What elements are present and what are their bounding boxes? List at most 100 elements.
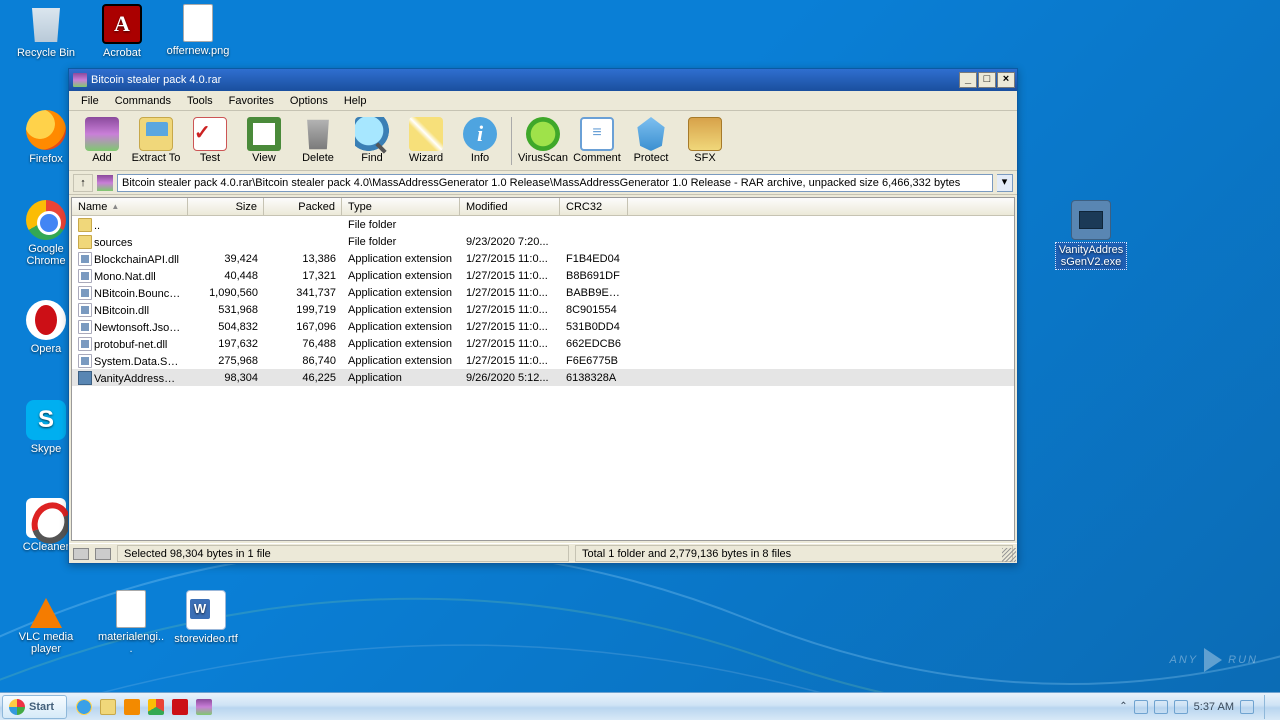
column-header-modified[interactable]: Modified [460, 198, 560, 215]
file-row[interactable]: VanityAddressGe...98,30446,225Applicatio… [72, 369, 1014, 386]
column-header-size[interactable]: Size [188, 198, 264, 215]
column-header-packed[interactable]: Packed [264, 198, 342, 215]
toolbar-virus-button[interactable]: VirusScan [516, 113, 570, 169]
toolbar-label: Wizard [409, 152, 443, 164]
toolbar-info-button[interactable]: Info [453, 113, 507, 169]
desktop-icon-offernew[interactable]: offernew.png [162, 4, 234, 58]
comment-icon [580, 117, 614, 151]
extract-icon [139, 117, 173, 151]
toolbar-wizard-button[interactable]: Wizard [399, 113, 453, 169]
file-type-icon [78, 218, 92, 232]
file-row[interactable]: BlockchainAPI.dll39,42413,386Application… [72, 250, 1014, 267]
tray-clock[interactable]: 5:37 AM [1194, 701, 1234, 713]
titlebar[interactable]: Bitcoin stealer pack 4.0.rar _ □ × [69, 69, 1017, 91]
desktop-icon-storevid[interactable]: storevideo.rtf [170, 590, 242, 646]
desktop-icon-matengr[interactable]: materialengi... [95, 590, 167, 656]
toolbar-view-button[interactable]: View [237, 113, 291, 169]
toolbar-extract-button[interactable]: Extract To [129, 113, 183, 169]
toolbar-label: Protect [634, 152, 669, 164]
desktop-icon-acrobat[interactable]: Acrobat [86, 4, 158, 60]
vlc-icon [30, 598, 62, 628]
toolbar-label: Info [471, 152, 489, 164]
file-type-icon [78, 337, 92, 351]
menu-favorites[interactable]: Favorites [221, 93, 282, 109]
desktop-icon-recycle[interactable]: Recycle Bin [10, 4, 82, 60]
up-button[interactable]: ↑ [73, 174, 93, 192]
file-row[interactable]: ..File folder [72, 216, 1014, 233]
status-right: Total 1 folder and 2,779,136 bytes in 8 … [575, 545, 1013, 562]
start-button[interactable]: Start [2, 695, 67, 719]
file-row[interactable]: System.Data.SQ...275,96886,740Applicatio… [72, 352, 1014, 369]
desktop-icon-label: offernew.png [162, 44, 234, 58]
toolbar-label: Delete [302, 152, 334, 164]
file-row[interactable]: protobuf-net.dll197,63276,488Application… [72, 335, 1014, 352]
toolbar-test-button[interactable]: Test [183, 113, 237, 169]
toolbar-find-button[interactable]: Find [345, 113, 399, 169]
path-field[interactable]: Bitcoin stealer pack 4.0.rar\Bitcoin ste… [117, 174, 993, 192]
menu-tools[interactable]: Tools [179, 93, 221, 109]
file-row[interactable]: Mono.Nat.dll40,44817,321Application exte… [72, 267, 1014, 284]
file-type-icon [78, 320, 92, 334]
address-bar: ↑ Bitcoin stealer pack 4.0.rar\Bitcoin s… [69, 171, 1017, 195]
desktop-icon-vlc[interactable]: VLC media player [10, 590, 82, 656]
tray-flag-icon[interactable] [1174, 700, 1188, 714]
system-tray: ⌃ 5:37 AM [1113, 695, 1280, 719]
ql-chrome[interactable] [145, 696, 167, 718]
file-row[interactable]: NBitcoin.dll531,968199,719Application ex… [72, 301, 1014, 318]
windows-orb-icon [9, 699, 25, 715]
file-type-icon [78, 269, 92, 283]
desktop-icon-label: Acrobat [86, 46, 158, 60]
ql-winrar[interactable] [193, 696, 215, 718]
list-header: Name▲SizePackedTypeModifiedCRC32 [72, 198, 1014, 216]
mediaplayer-icon [124, 699, 140, 715]
resize-grip[interactable] [1002, 548, 1016, 562]
toolbar-add-button[interactable]: Add [75, 113, 129, 169]
wizard-icon [409, 117, 443, 151]
winrar-window: Bitcoin stealer pack 4.0.rar _ □ × FileC… [68, 68, 1018, 564]
tray-volume-icon[interactable] [1134, 700, 1148, 714]
ql-opera[interactable] [169, 696, 191, 718]
toolbar-label: Comment [573, 152, 621, 164]
desktop-icon-label: Recycle Bin [10, 46, 82, 60]
column-header-type[interactable]: Type [342, 198, 460, 215]
toolbar-sfx-button[interactable]: SFX [678, 113, 732, 169]
toolbar-delete-button[interactable]: Delete [291, 113, 345, 169]
virus-icon [526, 117, 560, 151]
quick-launch [73, 696, 215, 718]
toolbar-label: VirusScan [518, 152, 568, 164]
desktop-icon-label: materialengi... [95, 630, 167, 656]
toolbar-separator [511, 117, 512, 165]
show-desktop[interactable] [1264, 695, 1274, 719]
status-icon [73, 548, 89, 560]
tray-network-icon[interactable] [1154, 700, 1168, 714]
menu-commands[interactable]: Commands [107, 93, 179, 109]
desktop-icon-vanity[interactable]: VanityAddressGenV2.exe [1055, 200, 1127, 270]
ql-mediaplayer[interactable] [121, 696, 143, 718]
column-header-name[interactable]: Name▲ [72, 198, 188, 215]
tray-monitor-icon[interactable] [1240, 700, 1254, 714]
file-row[interactable]: Newtonsoft.Json.dll504,832167,096Applica… [72, 318, 1014, 335]
ql-ie[interactable] [73, 696, 95, 718]
column-header-crc32[interactable]: CRC32 [560, 198, 628, 215]
menubar: FileCommandsToolsFavoritesOptionsHelp [69, 91, 1017, 111]
anyrun-watermark: ANY RUN [1170, 648, 1258, 672]
close-button[interactable]: × [997, 72, 1015, 88]
vanity-icon [1071, 200, 1111, 240]
maximize-button[interactable]: □ [978, 72, 996, 88]
add-icon [85, 117, 119, 151]
toolbar-label: Find [361, 152, 382, 164]
toolbar-label: Extract To [132, 152, 181, 164]
minimize-button[interactable]: _ [959, 72, 977, 88]
menu-help[interactable]: Help [336, 93, 375, 109]
toolbar-protect-button[interactable]: Protect [624, 113, 678, 169]
file-row[interactable]: sourcesFile folder9/23/2020 7:20... [72, 233, 1014, 250]
file-type-icon [78, 371, 92, 385]
chrome-icon [148, 699, 164, 715]
menu-file[interactable]: File [73, 93, 107, 109]
toolbar-comment-button[interactable]: Comment [570, 113, 624, 169]
path-dropdown[interactable]: ▾ [997, 174, 1013, 192]
tray-expand[interactable]: ⌃ [1119, 701, 1127, 712]
menu-options[interactable]: Options [282, 93, 336, 109]
file-row[interactable]: NBitcoin.BouncyC...1,090,560341,737Appli… [72, 284, 1014, 301]
ql-explorer[interactable] [97, 696, 119, 718]
